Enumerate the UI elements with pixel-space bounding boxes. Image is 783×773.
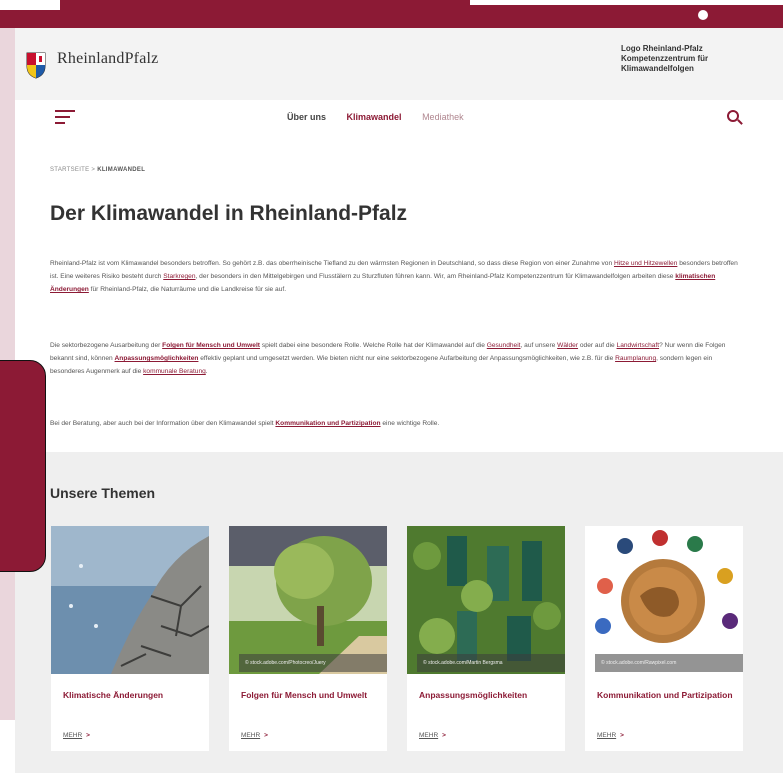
brand-name[interactable]: RheinlandPfalz xyxy=(57,50,158,68)
breadcrumb-separator: > xyxy=(91,167,96,173)
top-bar-tab xyxy=(0,0,60,10)
more-label[interactable]: MEHR xyxy=(597,732,616,739)
page-title: Der Klimawandel in Rheinland-Pfalz xyxy=(50,202,408,225)
more-label[interactable]: MEHR xyxy=(419,732,438,739)
menu-icon[interactable] xyxy=(55,110,75,124)
text: . xyxy=(205,368,208,375)
site-header: RheinlandPfalz Logo Rheinland-Pfalz Komp… xyxy=(15,28,783,100)
link-hitze[interactable]: Hitze und Hitzewellen xyxy=(614,260,677,267)
top-bar xyxy=(0,0,783,28)
breadcrumb-home[interactable]: STARTSEITE xyxy=(50,167,89,173)
card-title[interactable]: Kommunikation und Partizipation xyxy=(597,688,737,703)
card-title[interactable]: Klimatische Änderungen xyxy=(63,688,203,703)
text: effektiv geplant und umgesetzt werden. W… xyxy=(198,355,616,362)
link-folgen[interactable]: Folgen für Mensch und Umwelt xyxy=(162,342,260,349)
chevron-right-icon: > xyxy=(620,732,624,739)
cracked-earth-image xyxy=(51,526,209,674)
text: Bei der Beratung, aber auch bei der Info… xyxy=(50,420,276,427)
chevron-right-icon: > xyxy=(264,732,268,739)
more-link[interactable]: MEHR > xyxy=(63,732,90,739)
breadcrumb: STARTSEITE > KLIMAWANDEL xyxy=(50,167,145,173)
image-credit: © stock.adobe.com/Photocreo/Juery xyxy=(239,654,387,672)
more-link[interactable]: MEHR > xyxy=(597,732,624,739)
text: Rheinland-Pfalz ist vom Klimawandel beso… xyxy=(50,260,614,267)
text: Die sektorbezogene Ausarbeitung der xyxy=(50,342,163,349)
link-waelder[interactable]: Wälder xyxy=(557,342,578,349)
intro-paragraph: Rheinland-Pfalz ist vom Klimawandel beso… xyxy=(50,257,745,296)
theme-card-klimatische-aenderungen[interactable]: Klimatische Änderungen MEHR > xyxy=(51,526,209,751)
theme-card-folgen[interactable]: © stock.adobe.com/Photocreo/Juery Folgen… xyxy=(229,526,387,751)
impacts-paragraph: Die sektorbezogene Ausarbeitung der Folg… xyxy=(50,339,745,378)
link-starkregen[interactable]: Starkregen xyxy=(163,273,195,280)
chevron-right-icon: > xyxy=(442,732,446,739)
green-facade-image xyxy=(407,526,565,674)
main-nav: Über uns Klimawandel Mediathek xyxy=(15,100,783,134)
text: für Rheinland-Pfalz, die Naturräume und … xyxy=(88,286,287,293)
link-kommunikation[interactable]: Kommunikation und Partizipation xyxy=(275,420,380,427)
top-bar-tab xyxy=(470,0,783,5)
main-content: STARTSEITE > KLIMAWANDEL Der Klimawandel… xyxy=(15,134,783,452)
logo-text[interactable]: Logo Rheinland-Pfalz Kompetenzzentrum fü… xyxy=(621,44,771,74)
link-raumplanung[interactable]: Raumplanung xyxy=(615,355,656,362)
nav-link-mediathek[interactable]: Mediathek xyxy=(422,112,464,122)
image-credit: © stock.adobe.com/Martin Bergsma xyxy=(417,654,565,672)
side-overlay-panel[interactable] xyxy=(0,360,46,572)
nav-link-ueber-uns[interactable]: Über uns xyxy=(287,112,326,122)
people-circle-image xyxy=(585,526,743,674)
more-label[interactable]: MEHR xyxy=(241,732,260,739)
card-title[interactable]: Folgen für Mensch und Umwelt xyxy=(241,688,381,703)
text: spielt dabei eine besondere Rolle. Welch… xyxy=(259,342,487,349)
text: eine wichtige Rolle. xyxy=(380,420,440,427)
link-landwirtschaft[interactable]: Landwirtschaft xyxy=(617,342,660,349)
search-icon[interactable] xyxy=(727,110,739,122)
link-kommunale-beratung[interactable]: kommunale Beratung xyxy=(143,368,206,375)
more-link[interactable]: MEHR > xyxy=(241,732,268,739)
crest-icon xyxy=(26,52,46,79)
text: oder auf die xyxy=(578,342,617,349)
more-link[interactable]: MEHR > xyxy=(419,732,446,739)
text: , auf unsere xyxy=(520,342,558,349)
themes-section: Unsere Themen Klimatische Änderungen MEH… xyxy=(15,452,783,773)
card-title[interactable]: Anpassungsmöglichkeiten xyxy=(419,688,559,703)
themes-title: Unsere Themen xyxy=(50,485,156,501)
link-gesundheit[interactable]: Gesundheit xyxy=(487,342,521,349)
breadcrumb-current: KLIMAWANDEL xyxy=(97,167,146,173)
globe-icon[interactable] xyxy=(698,10,708,20)
chevron-right-icon: > xyxy=(86,732,90,739)
nav-link-klimawandel[interactable]: Klimawandel xyxy=(347,112,402,122)
link-anpassung[interactable]: Anpassungsmöglichkeiten xyxy=(115,355,199,362)
theme-card-kommunikation[interactable]: © stock.adobe.com/Rawpixel.com Kommunika… xyxy=(585,526,743,751)
communication-paragraph: Bei der Beratung, aber auch bei der Info… xyxy=(50,417,745,430)
theme-card-anpassung[interactable]: © stock.adobe.com/Martin Bergsma Anpassu… xyxy=(407,526,565,751)
more-label[interactable]: MEHR xyxy=(63,732,82,739)
tree-image xyxy=(229,526,387,674)
nav-links: Über uns Klimawandel Mediathek xyxy=(287,112,482,122)
image-credit: © stock.adobe.com/Rawpixel.com xyxy=(595,654,743,672)
text: , der besonders in den Mittelgebirgen un… xyxy=(195,273,676,280)
